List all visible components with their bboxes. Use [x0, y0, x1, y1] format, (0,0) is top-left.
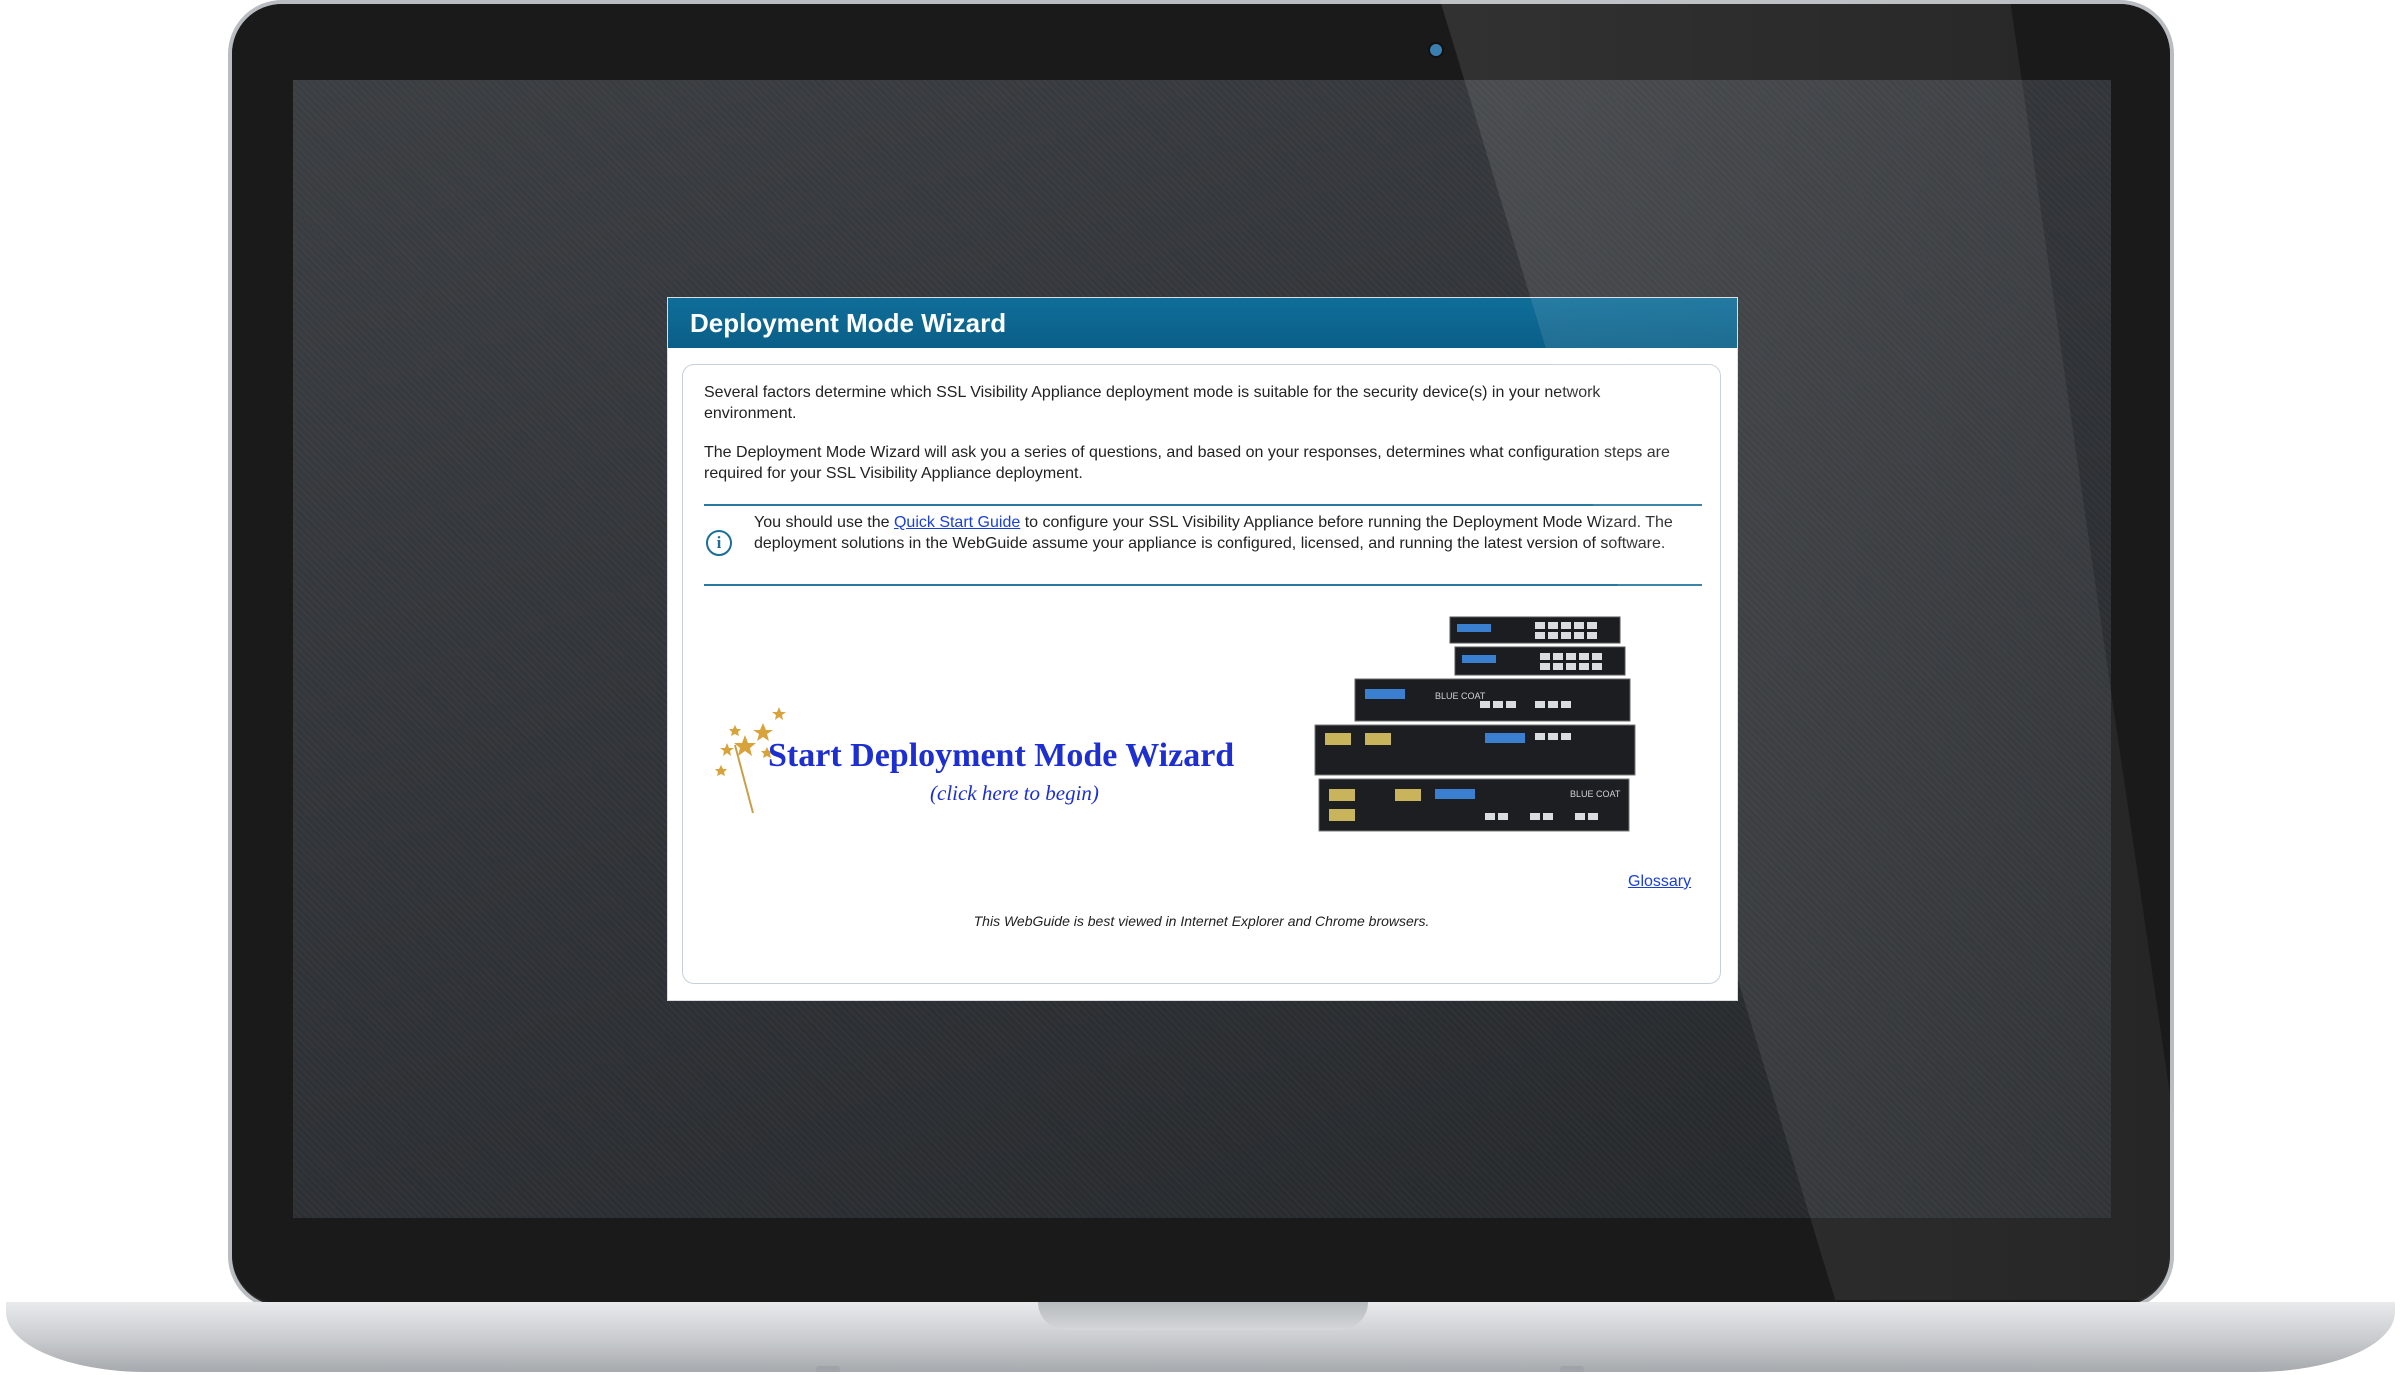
appliance-brand-label-1: BLUE COAT [1435, 691, 1486, 701]
wizard-panel: Deployment Mode Wizard Several factors d… [668, 298, 1737, 1000]
note-prefix: You should use the [754, 514, 894, 531]
laptop-foot-right [1560, 1366, 1584, 1372]
wizard-content: Several factors determine which SSL Visi… [682, 364, 1721, 984]
intro-paragraph-2: The Deployment Mode Wizard will ask you … [704, 444, 1670, 482]
info-note: i You should use the Quick Start Guide t… [704, 504, 1702, 586]
intro-paragraph-1: Several factors determine which SSL Visi… [704, 384, 1601, 422]
laptop-base-notch [1038, 1302, 1368, 1330]
start-wizard-title: Start Deployment Mode Wizard [768, 737, 1235, 774]
glossary-link[interactable]: Glossary [1628, 873, 1691, 891]
appliance-brand-label-2: BLUE COAT [1570, 789, 1621, 799]
wizard-title: Deployment Mode Wizard [668, 298, 1737, 348]
start-wizard-subtitle: (click here to begin) [930, 781, 1099, 805]
start-wizard-button[interactable]: Start Deployment Mode Wizard (click here… [705, 695, 1265, 825]
info-note-text: You should use the Quick Start Guide to … [754, 512, 1698, 554]
browser-footnote: This WebGuide is best viewed in Internet… [973, 913, 1430, 929]
info-icon: i [706, 530, 732, 556]
webcam-icon [1428, 42, 1444, 58]
appliance-stack-image: BLUE COAT BLUE COAT [1314, 616, 1636, 832]
laptop-screen: Deployment Mode Wizard Several factors d… [293, 80, 2111, 1218]
laptop-foot-left [816, 1366, 840, 1372]
quick-start-guide-link[interactable]: Quick Start Guide [894, 514, 1020, 531]
